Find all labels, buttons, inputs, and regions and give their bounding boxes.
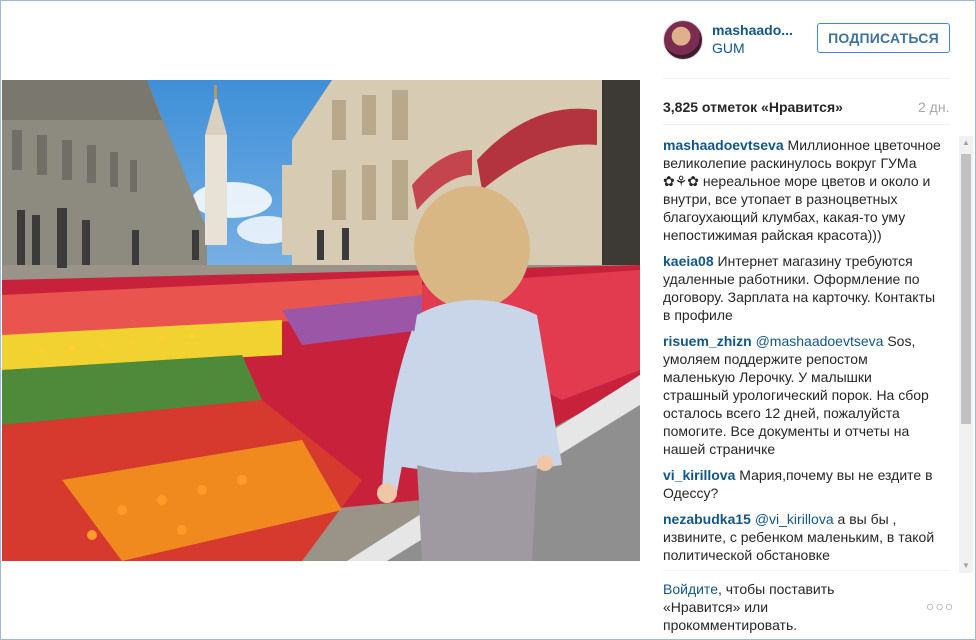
- comment-author-link[interactable]: kaeia08: [663, 253, 714, 269]
- username-link[interactable]: mashaado...: [712, 22, 793, 38]
- avatar[interactable]: [663, 20, 703, 60]
- post-sidebar: mashaado... GUM ПОДПИСАТЬСЯ 3,825 отмето…: [663, 0, 973, 640]
- post-time[interactable]: 2 дн.: [918, 99, 949, 115]
- follow-button[interactable]: ПОДПИСАТЬСЯ: [817, 23, 950, 53]
- comment-author-link[interactable]: vi_kirillova: [663, 467, 735, 483]
- comment-author-link[interactable]: nezabudka15: [663, 511, 751, 527]
- more-options-icon[interactable]: ○○○: [926, 598, 954, 614]
- comments-scrollbar[interactable]: ▲ ▼: [959, 136, 973, 573]
- comments-list[interactable]: mashaadoevtseva Миллионное цветочное вел…: [663, 136, 941, 573]
- divider: [663, 78, 950, 79]
- comment-item: kaeia08 Интернет магазину требуются удал…: [663, 252, 941, 324]
- comment-item: vi_kirillova Мария,почему вы не ездите в…: [663, 466, 941, 502]
- comment-text: Sos, умоляем поддержите репостом маленьк…: [663, 333, 929, 457]
- comment-item: mashaadoevtseva Миллионное цветочное вел…: [663, 136, 941, 244]
- likes-count[interactable]: 3,825 отметок «Нравится»: [663, 99, 843, 115]
- scroll-down-arrow-icon[interactable]: ▼: [959, 559, 973, 573]
- post-photo-illustration: [2, 80, 640, 561]
- comment-item: nezabudka15 @vi_kirillova а вы бы , изви…: [663, 510, 941, 564]
- scroll-thumb[interactable]: [961, 154, 971, 424]
- comment-author-link[interactable]: risuem_zhizn: [663, 333, 752, 349]
- login-prompt: Войдите, чтобы поставить «Нравится» или …: [663, 580, 863, 634]
- comment-author-link[interactable]: mashaadoevtseva: [663, 137, 784, 153]
- post-header: mashaado... GUM ПОДПИСАТЬСЯ: [663, 18, 953, 63]
- location-link[interactable]: GUM: [712, 40, 745, 56]
- login-link[interactable]: Войдите: [663, 581, 718, 597]
- divider: [663, 124, 950, 125]
- divider: [663, 570, 950, 571]
- comment-mention-link[interactable]: @vi_kirillova: [755, 511, 834, 527]
- comment-mention-link[interactable]: @mashaadoevtseva: [756, 333, 884, 349]
- post-photo[interactable]: [2, 80, 640, 561]
- scroll-up-arrow-icon[interactable]: ▲: [959, 136, 973, 150]
- comment-item: risuem_zhizn @mashaadoevtseva Sos, умоля…: [663, 332, 941, 458]
